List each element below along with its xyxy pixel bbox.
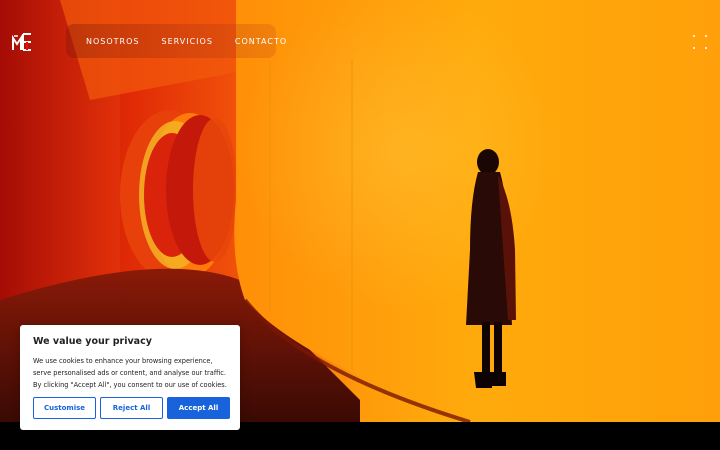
grid-dots-icon: [693, 35, 707, 49]
nav-link-contacto[interactable]: CONTACTO: [235, 37, 287, 46]
cookie-banner-actions: Customise Reject All Accept All: [33, 397, 230, 419]
accept-all-button[interactable]: Accept All: [167, 397, 230, 419]
cookie-banner-text-line2: serve personalised ads or content, and a…: [33, 369, 226, 377]
logo-mark-icon: [12, 33, 31, 51]
cookie-consent-banner: We value your privacy We use cookies to …: [20, 325, 240, 430]
cookie-banner-title: We value your privacy: [33, 336, 152, 347]
cookie-banner-text-line3: By clicking "Accept All", you consent to…: [33, 381, 227, 389]
site-logo[interactable]: [12, 32, 34, 52]
cookie-banner-text-line1: We use cookies to enhance your browsing …: [33, 357, 213, 365]
nav-link-nosotros[interactable]: NOSOTROS: [86, 37, 139, 46]
main-nav: NOSOTROS SERVICIOS CONTACTO: [66, 24, 286, 58]
nav-link-servicios[interactable]: SERVICIOS: [161, 37, 212, 46]
customise-button[interactable]: Customise: [33, 397, 96, 419]
reject-all-button[interactable]: Reject All: [100, 397, 163, 419]
menu-toggle-button[interactable]: [692, 34, 708, 50]
